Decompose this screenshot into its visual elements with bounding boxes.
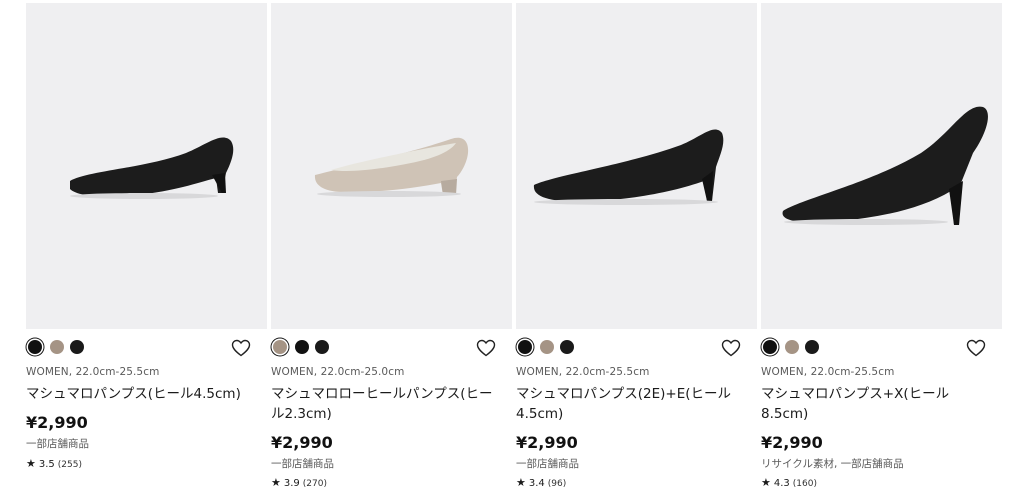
- product-image[interactable]: [271, 3, 512, 329]
- review-count: (270): [302, 479, 327, 489]
- product-price: ¥2,990: [516, 433, 578, 452]
- star-icon: ★: [271, 476, 281, 489]
- product-rating: ★ 4.3 (160): [761, 476, 817, 489]
- product-price: ¥2,990: [271, 433, 333, 452]
- swatch-black-2[interactable]: [70, 340, 84, 354]
- favorite-button[interactable]: [966, 339, 986, 357]
- star-icon: ★: [516, 476, 526, 489]
- product-note: 一部店舗商品: [516, 458, 579, 470]
- heart-outline-icon: [966, 339, 986, 357]
- rating-value: 4.3: [773, 478, 790, 489]
- swatch-beige[interactable]: [540, 340, 554, 354]
- shoe-illustration: [314, 137, 469, 197]
- product-meta: WOMEN, 22.0cm-25.5cm: [516, 366, 650, 378]
- swatch-beige[interactable]: [50, 340, 64, 354]
- swatch-black[interactable]: [518, 340, 532, 354]
- swatch-black[interactable]: [295, 340, 309, 354]
- product-note: 一部店舗商品: [271, 458, 334, 470]
- product-note: リサイクル素材, 一部店舗商品: [761, 458, 904, 470]
- product-rating: ★ 3.4 (96): [516, 476, 566, 489]
- favorite-button[interactable]: [476, 339, 496, 357]
- product-name[interactable]: マシュマロパンプス(ヒール4.5cm): [26, 384, 254, 404]
- heart-outline-icon: [476, 339, 496, 357]
- product-price: ¥2,990: [26, 413, 88, 432]
- star-icon: ★: [26, 457, 36, 470]
- shoe-illustration: [533, 129, 724, 205]
- favorite-button[interactable]: [231, 339, 251, 357]
- product-image[interactable]: [26, 3, 267, 329]
- swatch-beige[interactable]: [273, 340, 287, 354]
- swatch-beige[interactable]: [785, 340, 799, 354]
- product-rating: ★ 3.5 (255): [26, 457, 82, 470]
- swatch-black-2[interactable]: [315, 340, 329, 354]
- product-card[interactable]: WOMEN, 22.0cm-25.0cm マシュマロローヒールパンプス(ヒール2…: [271, 3, 512, 499]
- heart-outline-icon: [721, 339, 741, 357]
- color-swatches: [271, 338, 512, 360]
- shoe-illustration: [782, 106, 988, 225]
- favorite-button[interactable]: [721, 339, 741, 357]
- product-image[interactable]: [516, 3, 757, 329]
- product-rating: ★ 3.9 (270): [271, 476, 327, 489]
- product-meta: WOMEN, 22.0cm-25.0cm: [271, 366, 405, 378]
- product-note: 一部店舗商品: [26, 438, 89, 450]
- product-image[interactable]: [761, 3, 1002, 329]
- product-grid: WOMEN, 22.0cm-25.5cm マシュマロパンプス(ヒール4.5cm)…: [26, 3, 1004, 499]
- heart-outline-icon: [231, 339, 251, 357]
- product-card[interactable]: WOMEN, 22.0cm-25.5cm マシュマロパンプス(2E)+E(ヒール…: [516, 3, 757, 499]
- product-meta: WOMEN, 22.0cm-25.5cm: [26, 366, 160, 378]
- color-swatches: [761, 338, 1002, 360]
- swatch-black-2[interactable]: [805, 340, 819, 354]
- rating-value: 3.9: [283, 478, 300, 489]
- swatch-black[interactable]: [28, 340, 42, 354]
- shoe-illustration: [70, 137, 234, 199]
- color-swatches: [26, 338, 267, 360]
- rating-value: 3.4: [528, 478, 545, 489]
- product-name[interactable]: マシュマロパンプス(2E)+E(ヒール4.5cm): [516, 384, 744, 424]
- swatch-black-2[interactable]: [560, 340, 574, 354]
- product-card[interactable]: WOMEN, 22.0cm-25.5cm マシュマロパンプス(ヒール4.5cm)…: [26, 3, 267, 499]
- rating-value: 3.5: [38, 459, 55, 470]
- color-swatches: [516, 338, 757, 360]
- product-card[interactable]: WOMEN, 22.0cm-25.5cm マシュマロパンプス+X(ヒール8.5c…: [761, 3, 1002, 499]
- product-price: ¥2,990: [761, 433, 823, 452]
- product-name[interactable]: マシュマロローヒールパンプス(ヒール2.3cm): [271, 384, 499, 424]
- product-name[interactable]: マシュマロパンプス+X(ヒール8.5cm): [761, 384, 989, 424]
- review-count: (160): [792, 479, 817, 489]
- swatch-black[interactable]: [763, 340, 777, 354]
- review-count: (255): [57, 460, 82, 470]
- star-icon: ★: [761, 476, 771, 489]
- review-count: (96): [547, 479, 567, 489]
- product-meta: WOMEN, 22.0cm-25.5cm: [761, 366, 895, 378]
